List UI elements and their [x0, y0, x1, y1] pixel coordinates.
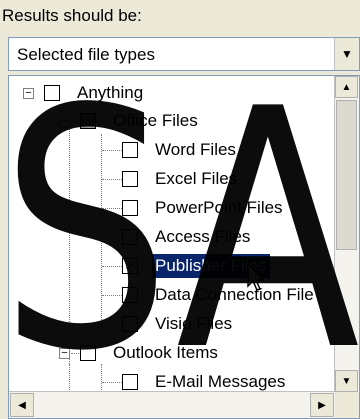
tree-connector — [102, 382, 122, 383]
tree-item-label: Anything — [77, 83, 144, 102]
tree-connector — [101, 364, 102, 394]
tree-connector — [102, 150, 122, 151]
checkbox[interactable] — [80, 345, 96, 361]
tree-connector — [102, 324, 122, 325]
tree-connector — [102, 295, 122, 296]
results-label: Results should be: — [2, 6, 142, 25]
tree-item-label: Data Connection File — [155, 285, 314, 304]
mouse-pointer-icon — [247, 262, 265, 291]
checkbox[interactable] — [122, 374, 138, 390]
tree-connector — [102, 237, 122, 238]
tree-connector — [69, 114, 70, 364]
tree-item-label: Visio Files — [155, 314, 233, 333]
scrollbar-thumb[interactable] — [336, 100, 357, 250]
tree-item-outlook-items[interactable]: − Outlook Items — [59, 339, 221, 367]
checkbox[interactable] — [122, 316, 138, 332]
tree-connector — [102, 208, 122, 209]
dropdown-selected-value: Selected file types — [17, 45, 155, 64]
checkbox[interactable] — [122, 142, 138, 158]
tree-item-word-files[interactable]: Word Files — [122, 136, 239, 164]
tree-connector — [102, 179, 122, 180]
collapse-icon[interactable]: − — [59, 347, 70, 359]
scroll-down-icon[interactable]: ▼ — [335, 370, 358, 392]
checkbox[interactable] — [122, 171, 138, 187]
scrollbar-corner — [335, 392, 359, 418]
checkbox[interactable] — [122, 229, 138, 245]
tree-item-label: Excel Files — [155, 169, 238, 188]
tree-connector — [102, 266, 122, 267]
chevron-down-icon[interactable]: ▼ — [334, 38, 359, 70]
tree-item-label: Outlook Items — [113, 343, 218, 362]
horizontal-scrollbar[interactable]: ◀ ▶ — [9, 391, 335, 418]
tree-item-anything[interactable]: − Anything — [23, 79, 146, 107]
checkbox[interactable] — [122, 200, 138, 216]
results-type-dropdown[interactable]: Selected file types ▼ — [8, 37, 360, 71]
checkbox[interactable] — [44, 85, 60, 101]
tree-item-label: Office Files — [113, 111, 198, 130]
tree-item-data-connection-file[interactable]: Data Connection File — [122, 281, 317, 309]
tree-item-excel-files[interactable]: Excel Files — [122, 165, 240, 193]
tree-item-label: PowerPoint Files — [155, 198, 283, 217]
scroll-left-icon[interactable]: ◀ — [10, 393, 34, 417]
tree-item-label: Word Files — [155, 140, 236, 159]
tree-connector — [101, 134, 102, 332]
scroll-right-icon[interactable]: ▶ — [310, 393, 334, 417]
file-type-tree[interactable]: − Anything − Office Files Word Files Exc… — [8, 75, 360, 419]
collapse-icon[interactable]: − — [59, 115, 70, 127]
collapse-icon[interactable]: − — [23, 87, 34, 99]
tree-connector — [69, 364, 70, 392]
checkbox[interactable] — [122, 287, 138, 303]
tree-item-powerpoint-files[interactable]: PowerPoint Files — [122, 194, 286, 222]
scroll-up-icon[interactable]: ▲ — [335, 76, 358, 98]
tree-item-office-files[interactable]: − Office Files — [59, 107, 201, 135]
tree-item-label: Access Files — [155, 227, 251, 246]
checkbox-partial[interactable] — [80, 113, 96, 129]
checkbox-checked[interactable]: ✓ — [122, 258, 138, 274]
tree-item-access-files[interactable]: Access Files — [122, 223, 253, 251]
tree-item-visio-files[interactable]: Visio Files — [122, 310, 235, 338]
vertical-scrollbar[interactable]: ▲ ▼ — [334, 76, 359, 392]
